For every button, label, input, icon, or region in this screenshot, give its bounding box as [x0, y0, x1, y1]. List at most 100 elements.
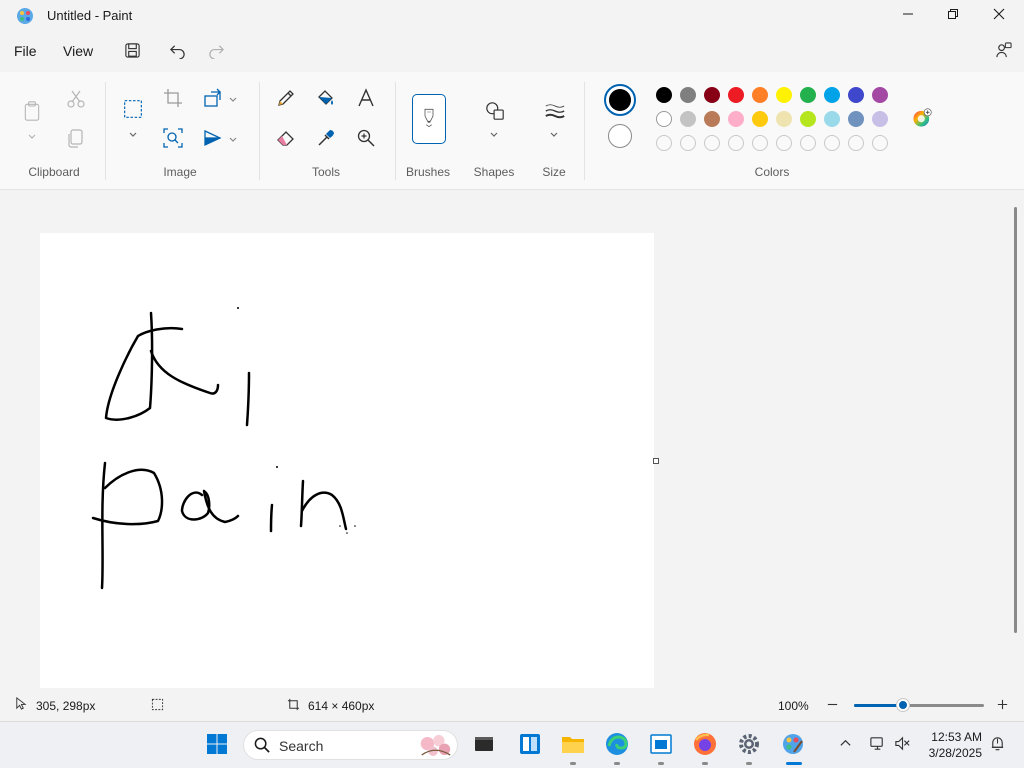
color-swatch[interactable]	[680, 111, 696, 127]
settings-icon	[737, 732, 761, 759]
color-swatch[interactable]	[872, 87, 888, 103]
shapes-button[interactable]	[481, 98, 509, 126]
fill-button[interactable]	[312, 85, 340, 113]
menu-bar: File View	[0, 34, 1024, 70]
settings-button[interactable]	[736, 732, 762, 758]
text-button[interactable]	[352, 85, 380, 113]
cut-button[interactable]	[62, 86, 90, 114]
custom-color-slot[interactable]	[752, 135, 768, 151]
paste-icon	[22, 100, 42, 124]
custom-color-slot[interactable]	[848, 135, 864, 151]
primary-color-selector[interactable]	[604, 84, 636, 116]
flip-dropdown-icon[interactable]	[228, 135, 238, 145]
save-button[interactable]	[120, 40, 144, 64]
color-swatch[interactable]	[728, 111, 744, 127]
edit-colors-button[interactable]	[908, 105, 936, 133]
share-button[interactable]	[991, 40, 1015, 64]
color-swatch[interactable]	[776, 111, 792, 127]
custom-color-slot[interactable]	[824, 135, 840, 151]
resize-button[interactable]	[199, 85, 227, 113]
paste-button[interactable]	[18, 96, 46, 128]
canvas-resize-handle[interactable]	[653, 458, 659, 464]
magnifier-button[interactable]	[352, 125, 380, 153]
select-dropdown-icon[interactable]	[128, 130, 138, 140]
crop-button[interactable]	[159, 85, 187, 113]
custom-color-slot[interactable]	[872, 135, 888, 151]
zoom-slider-thumb[interactable]	[897, 699, 910, 711]
plus-icon	[996, 699, 1009, 714]
drawing-canvas[interactable]	[40, 233, 654, 688]
color-swatch[interactable]	[656, 111, 672, 127]
size-button[interactable]	[541, 98, 569, 126]
paint-taskbar-button[interactable]	[780, 732, 806, 758]
window-title: Untitled - Paint	[47, 8, 133, 23]
color-swatch[interactable]	[752, 111, 768, 127]
color-picker-button[interactable]	[312, 125, 340, 153]
select-button[interactable]	[119, 96, 147, 124]
close-button[interactable]	[976, 0, 1022, 30]
file-explorer-button[interactable]	[560, 732, 586, 758]
cursor-icon	[14, 696, 27, 713]
system-clock[interactable]: 12:53 AM 3/28/2025	[920, 729, 982, 761]
zoom-slider[interactable]	[854, 699, 984, 711]
copy-button[interactable]	[62, 125, 90, 153]
network-button[interactable]	[864, 732, 890, 758]
taskbar-search-box[interactable]: Search	[243, 730, 458, 760]
terminal-button[interactable]	[471, 732, 497, 758]
color-swatch[interactable]	[704, 87, 720, 103]
widgets-button[interactable]	[517, 732, 543, 758]
color-swatch[interactable]	[776, 87, 792, 103]
store-button[interactable]	[648, 732, 674, 758]
custom-color-slot[interactable]	[800, 135, 816, 151]
color-swatch[interactable]	[824, 87, 840, 103]
undo-button[interactable]	[165, 40, 189, 64]
custom-color-slot[interactable]	[656, 135, 672, 151]
rotate-dropdown-icon[interactable]	[228, 95, 238, 105]
menu-file[interactable]: File	[14, 43, 37, 59]
zoom-in-button[interactable]	[996, 698, 1009, 714]
restore-button[interactable]	[930, 0, 976, 30]
color-swatch[interactable]	[848, 87, 864, 103]
flip-button[interactable]	[199, 125, 227, 153]
edge-button[interactable]	[604, 732, 630, 758]
select-icon	[123, 99, 143, 122]
custom-color-slot[interactable]	[776, 135, 792, 151]
notification-button[interactable]	[984, 732, 1010, 758]
color-swatch[interactable]	[680, 87, 696, 103]
custom-color-slot[interactable]	[728, 135, 744, 151]
paste-dropdown-icon[interactable]	[27, 132, 37, 142]
color-swatch[interactable]	[800, 111, 816, 127]
firefox-button[interactable]	[692, 732, 718, 758]
chevron-up-icon	[839, 737, 852, 753]
pencil-button[interactable]	[272, 85, 300, 113]
image-search-button[interactable]	[159, 125, 187, 153]
shapes-group-label: Shapes	[473, 165, 515, 179]
running-indicator	[702, 762, 708, 765]
color-swatch[interactable]	[752, 87, 768, 103]
custom-color-slot[interactable]	[680, 135, 696, 151]
size-dropdown-icon[interactable]	[549, 130, 559, 140]
custom-color-slot[interactable]	[704, 135, 720, 151]
color-swatch[interactable]	[872, 111, 888, 127]
show-hidden-icons-button[interactable]	[832, 732, 858, 758]
brushes-button[interactable]	[412, 94, 446, 144]
color-swatch[interactable]	[824, 111, 840, 127]
edge-icon	[605, 732, 629, 759]
vertical-scrollbar[interactable]	[1014, 207, 1017, 633]
shapes-dropdown-icon[interactable]	[489, 130, 499, 140]
network-icon	[869, 735, 886, 755]
search-highlight-icon	[416, 732, 454, 762]
minimize-button[interactable]	[885, 0, 931, 30]
zoom-out-button[interactable]	[826, 698, 839, 714]
color-swatch[interactable]	[704, 111, 720, 127]
redo-button[interactable]	[204, 40, 228, 64]
eraser-button[interactable]	[272, 125, 300, 153]
color-swatch[interactable]	[848, 111, 864, 127]
start-button[interactable]	[204, 732, 230, 758]
volume-button[interactable]	[889, 732, 915, 758]
color-swatch[interactable]	[728, 87, 744, 103]
menu-view[interactable]: View	[63, 43, 93, 59]
color-swatch[interactable]	[656, 87, 672, 103]
secondary-color-selector[interactable]	[608, 124, 632, 148]
color-swatch[interactable]	[800, 87, 816, 103]
